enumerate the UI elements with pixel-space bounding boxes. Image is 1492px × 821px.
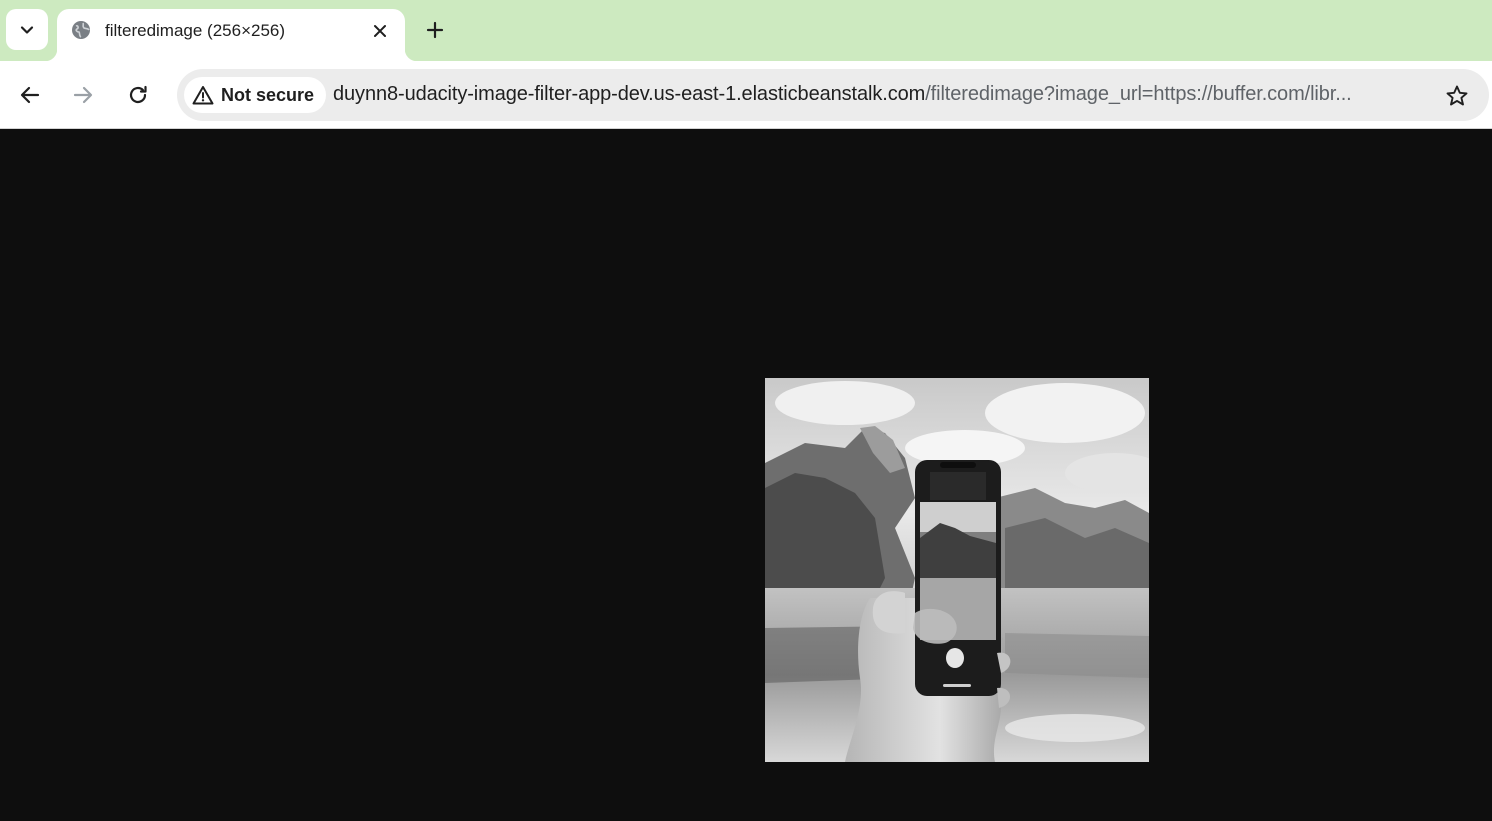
active-tab[interactable]: filteredimage (256×256) [45,9,417,61]
arrow-right-icon [73,86,93,104]
plus-icon [426,21,444,39]
url-text[interactable]: duynn8-udacity-image-filter-app-dev.us-e… [333,83,1433,106]
reload-icon [129,85,147,104]
security-chip[interactable]: Not secure [184,77,327,113]
grayscale-photo [765,378,1149,762]
reload-button[interactable] [120,77,156,113]
bookmark-button[interactable] [1443,82,1471,110]
security-label: Not secure [221,84,315,105]
tab-title: filteredimage (256×256) [105,21,286,40]
filtered-image [765,378,1149,762]
tab-search-button[interactable] [6,9,48,50]
star-icon [1446,85,1468,106]
close-icon [374,25,386,37]
page-viewport [0,130,1492,821]
tab-strip: filteredimage (256×256) [0,0,1492,61]
forward-button[interactable] [65,77,101,113]
back-button[interactable] [12,77,48,113]
url-host: duynn8-udacity-image-filter-app-dev.us-e… [333,83,926,105]
address-bar[interactable]: Not secure duynn8-udacity-image-filter-a… [177,69,1489,121]
globe-icon [72,21,90,39]
warning-triangle-icon [192,86,214,105]
chevron-down-icon [20,25,34,34]
browser-toolbar: Not secure duynn8-udacity-image-filter-a… [0,61,1492,129]
arrow-left-icon [20,86,40,104]
new-tab-button[interactable] [421,16,449,44]
tab-close-button[interactable] [369,20,391,42]
url-path: /filteredimage?image_url=https://buffer.… [925,83,1352,105]
